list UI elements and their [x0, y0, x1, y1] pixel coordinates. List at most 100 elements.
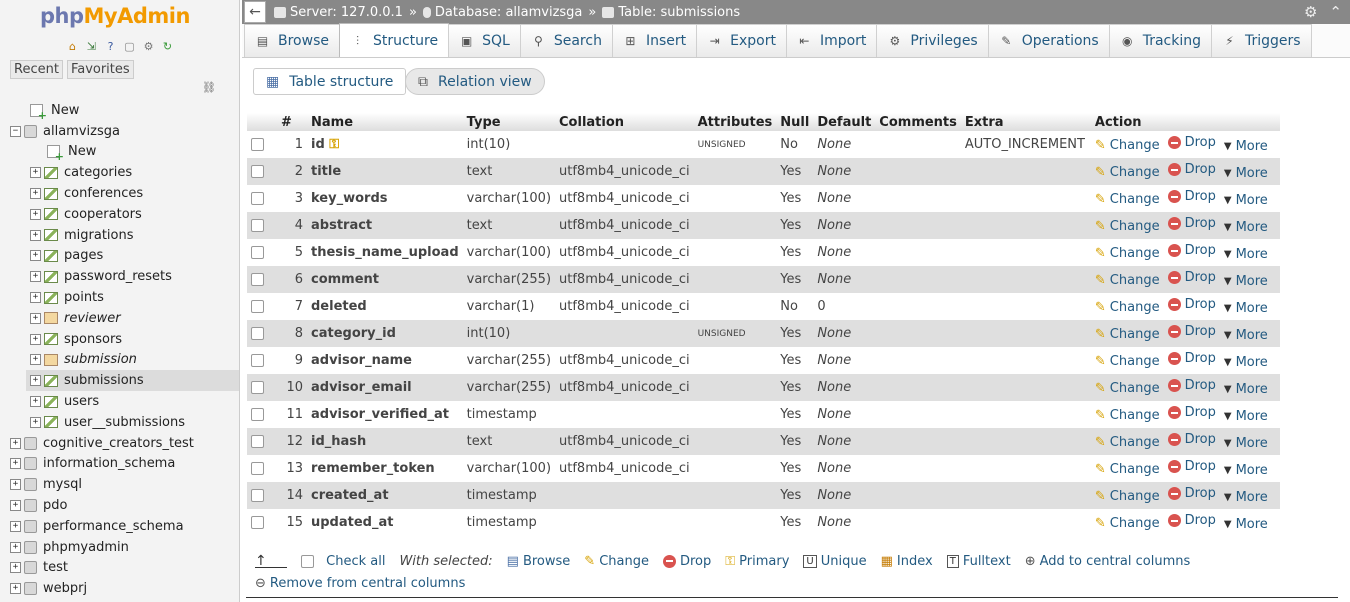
more-button[interactable]: ▼ More — [1224, 490, 1268, 505]
change-button[interactable]: ✎ Change — [1095, 462, 1160, 477]
bulk-browse-button[interactable]: ▤ Browse — [507, 554, 571, 569]
tree-new-item[interactable]: New — [0, 142, 239, 163]
phpmyadmin-logo[interactable]: phpMyAdmin — [40, 4, 190, 28]
drop-button[interactable]: Drop — [1167, 486, 1216, 501]
tree-database-item[interactable]: + performance_schema — [0, 516, 239, 537]
tree-item-label[interactable]: New — [68, 144, 96, 159]
tree-item-label[interactable]: performance_schema — [43, 519, 184, 534]
drop-button[interactable]: Drop — [1167, 351, 1216, 366]
bulk-unique-button[interactable]: U Unique — [803, 554, 867, 569]
more-button[interactable]: ▼ More — [1224, 220, 1268, 235]
row-checkbox[interactable] — [251, 435, 264, 448]
change-button[interactable]: ✎ Change — [1095, 273, 1160, 288]
tab-search[interactable]: ⚲ Search — [519, 24, 613, 57]
reload-icon[interactable]: ↻ — [159, 39, 176, 54]
breadcrumb-database[interactable]: Database: allamvizsga — [435, 5, 582, 20]
tree-item-label[interactable]: information_schema — [43, 456, 175, 471]
home-icon[interactable]: ⌂ — [64, 39, 81, 54]
tab-operations[interactable]: ✎ Operations — [987, 24, 1110, 57]
drop-button[interactable]: Drop — [1167, 243, 1216, 258]
expand-icon[interactable]: + — [30, 333, 41, 345]
row-checkbox[interactable] — [251, 246, 264, 259]
change-button[interactable]: ✎ Change — [1095, 165, 1160, 180]
remove-central-columns-button[interactable]: ⊖ Remove from central columns — [255, 576, 465, 591]
more-button[interactable]: ▼ More — [1224, 409, 1268, 424]
drop-button[interactable]: Drop — [1167, 270, 1216, 285]
row-checkbox[interactable] — [251, 138, 264, 151]
tree-new-item[interactable]: New — [0, 100, 239, 122]
expand-icon[interactable]: + — [30, 292, 41, 304]
change-button[interactable]: ✎ Change — [1095, 435, 1160, 450]
link-icon[interactable]: ⛓ — [202, 81, 216, 94]
breadcrumb-table[interactable]: Table: submissions — [618, 5, 740, 20]
bulk-index-button[interactable]: ▦ Index — [881, 554, 933, 569]
column-header[interactable]: Action — [1090, 113, 1280, 131]
tree-database-item[interactable]: + mysql — [0, 474, 239, 495]
column-header[interactable]: Extra — [960, 113, 1091, 131]
bulk-drop-button[interactable]: Drop — [662, 554, 711, 569]
tree-item-label[interactable]: cooperators — [64, 207, 142, 222]
table-structure-subtab[interactable]: ▦ Table structure — [253, 68, 407, 95]
drop-button[interactable]: Drop — [1167, 405, 1216, 420]
column-header[interactable]: Comments — [875, 113, 961, 131]
tree-item-label[interactable]: conferences — [64, 186, 143, 201]
change-button[interactable]: ✎ Change — [1095, 300, 1160, 315]
more-button[interactable]: ▼ More — [1224, 139, 1268, 154]
column-header[interactable]: Name — [307, 113, 463, 131]
change-button[interactable]: ✎ Change — [1095, 354, 1160, 369]
collapse-navigation-button[interactable]: ← — [244, 1, 266, 23]
tab-import[interactable]: ⇤ Import — [785, 24, 878, 57]
collapse-icon[interactable]: − — [10, 125, 21, 137]
more-button[interactable]: ▼ More — [1224, 328, 1268, 343]
tab-sql[interactable]: ▣ SQL — [448, 24, 521, 57]
row-checkbox[interactable] — [251, 273, 264, 286]
tree-item-label[interactable]: test — [43, 560, 68, 575]
column-header[interactable]: Type — [462, 113, 556, 131]
tab-privileges[interactable]: ⚙ Privileges — [876, 24, 989, 57]
drop-button[interactable]: Drop — [1167, 432, 1216, 447]
tree-item-label[interactable]: reviewer — [64, 311, 121, 326]
tab-tracking[interactable]: ◉ Tracking — [1108, 24, 1212, 57]
tree-table-item[interactable]: + cooperators — [0, 204, 239, 225]
gear-icon[interactable]: ⚙ — [1304, 3, 1317, 21]
tree-item-label[interactable]: user__submissions — [64, 415, 185, 430]
expand-icon[interactable]: + — [30, 271, 41, 283]
tree-item-label[interactable]: users — [64, 394, 99, 409]
tree-table-item[interactable]: + password_resets — [0, 266, 239, 287]
tree-item-label[interactable]: migrations — [64, 228, 134, 243]
tree-item-label[interactable]: pages — [64, 248, 103, 263]
expand-icon[interactable]: + — [30, 396, 41, 408]
tree-database-item[interactable]: + cognitive_creators_test — [0, 433, 239, 454]
expand-icon[interactable]: + — [30, 167, 41, 179]
drop-button[interactable]: Drop — [1167, 189, 1216, 204]
collapse-top-icon[interactable]: ⌃ — [1329, 3, 1342, 21]
column-header[interactable]: Default — [813, 113, 876, 131]
expand-icon[interactable]: + — [10, 479, 21, 491]
row-checkbox[interactable] — [251, 300, 264, 313]
change-button[interactable]: ✎ Change — [1095, 219, 1160, 234]
tree-item-label[interactable]: phpmyadmin — [43, 540, 129, 555]
tab-triggers[interactable]: ⚡ Triggers — [1211, 24, 1312, 57]
tree-table-item[interactable]: + sponsors — [0, 329, 239, 350]
tree-database-item[interactable]: − allamvizsga — [0, 121, 239, 142]
expand-icon[interactable]: + — [10, 583, 21, 595]
tree-table-item[interactable]: + pages — [0, 246, 239, 267]
tree-item-label[interactable]: allamvizsga — [43, 124, 120, 139]
drop-button[interactable]: Drop — [1167, 513, 1216, 528]
tree-table-item[interactable]: + points — [0, 287, 239, 308]
row-checkbox[interactable] — [251, 408, 264, 421]
tree-database-item[interactable]: + test — [0, 558, 239, 579]
check-all-checkbox[interactable] — [301, 554, 314, 568]
relation-view-subtab[interactable]: ⧉ Relation view — [405, 68, 545, 95]
tree-database-item[interactable]: + information_schema — [0, 454, 239, 475]
tree-item-label[interactable]: webprj — [43, 581, 87, 596]
expand-icon[interactable]: + — [30, 416, 41, 428]
more-button[interactable]: ▼ More — [1224, 247, 1268, 262]
help-icon[interactable]: ? — [102, 39, 119, 54]
row-checkbox[interactable] — [251, 327, 264, 340]
more-button[interactable]: ▼ More — [1224, 301, 1268, 316]
column-header[interactable]: Collation — [555, 113, 694, 131]
row-checkbox[interactable] — [251, 354, 264, 367]
tree-item-label[interactable]: categories — [64, 165, 132, 180]
change-button[interactable]: ✎ Change — [1095, 381, 1160, 396]
